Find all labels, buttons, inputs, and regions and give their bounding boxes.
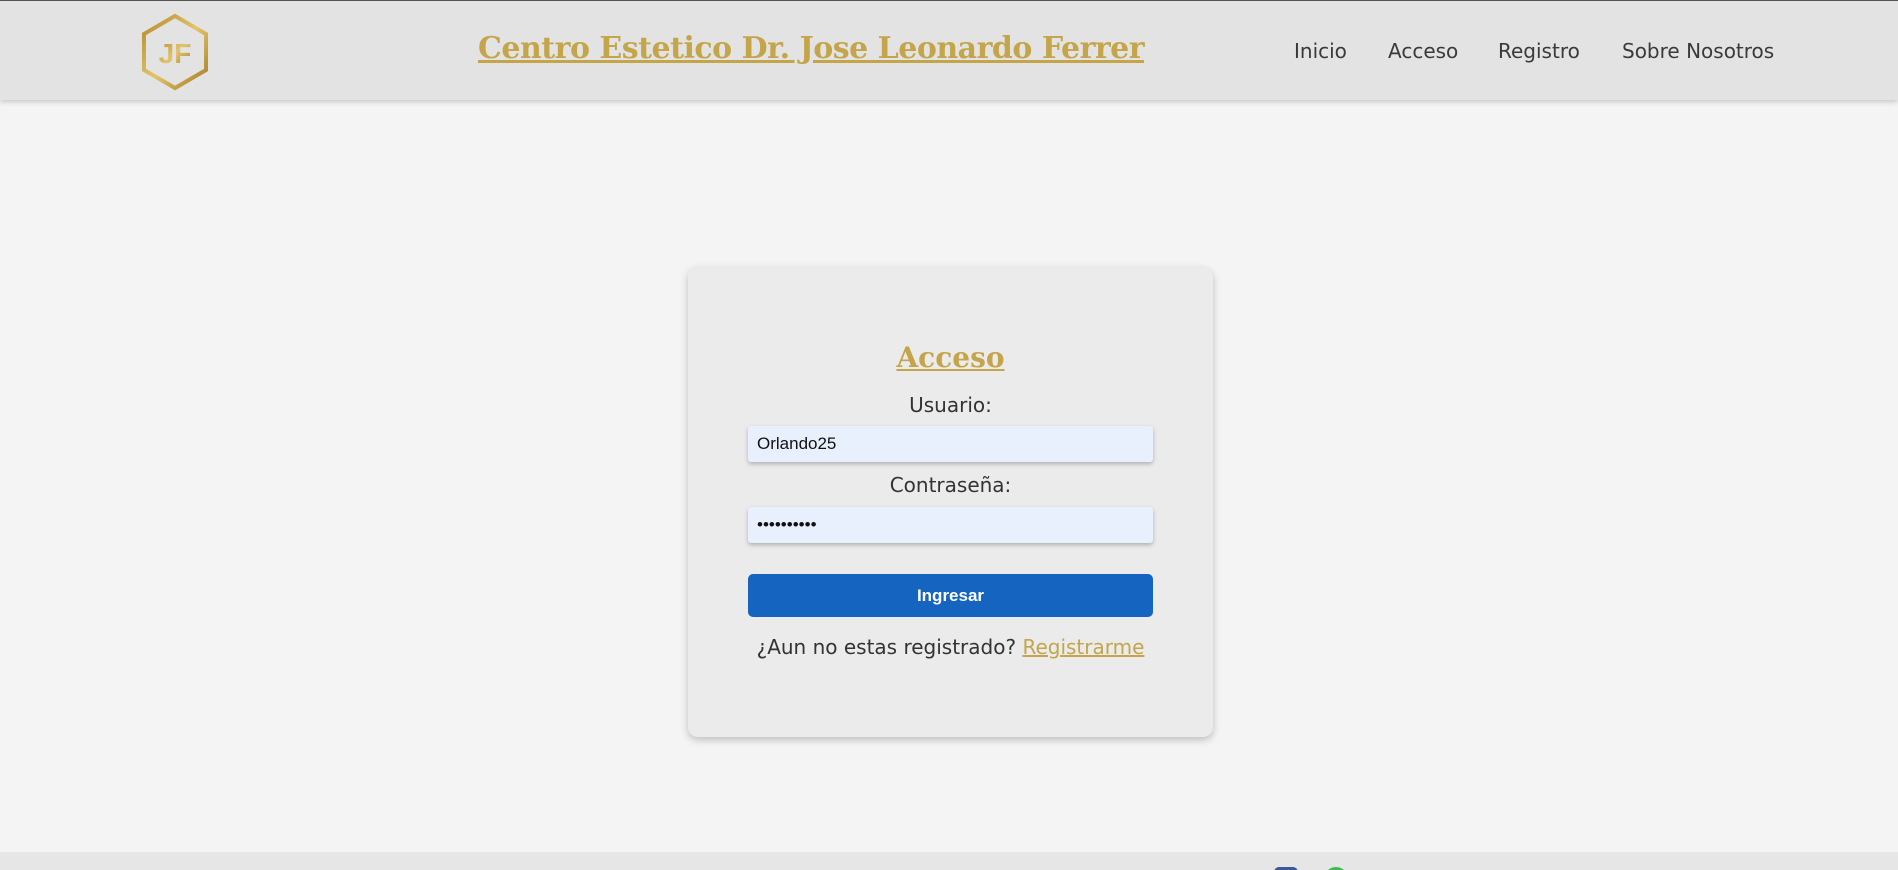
username-label: Usuario: [909, 393, 992, 417]
ingresar-button[interactable]: Ingresar [748, 574, 1153, 617]
password-label: Contraseña: [889, 473, 1012, 497]
username-input[interactable]: Orlando25 [748, 426, 1153, 462]
page: JF Centro Estetico Dr. Jose Leonardo Fer… [0, 0, 1898, 870]
main-nav: Inicio Acceso Registro Sobre Nosotros [0, 39, 1898, 69]
site-header: JF Centro Estetico Dr. Jose Leonardo Fer… [0, 0, 1898, 100]
register-prompt: ¿Aun no estas registrado? Registrarme [688, 635, 1213, 659]
login-title: Acceso [896, 341, 1005, 374]
register-link[interactable]: Registrarme [1022, 635, 1144, 659]
register-prompt-text: ¿Aun no estas registrado? [756, 635, 1017, 659]
nav-sobre-nosotros[interactable]: Sobre Nosotros [1622, 39, 1774, 63]
nav-registro[interactable]: Registro [1498, 39, 1580, 63]
site-footer [0, 852, 1898, 870]
password-input[interactable]: •••••••••• [748, 507, 1153, 543]
nav-acceso[interactable]: Acceso [1388, 39, 1458, 63]
nav-inicio[interactable]: Inicio [1294, 39, 1347, 63]
login-card: Acceso Usuario: Orlando25 Contraseña: ••… [688, 267, 1213, 737]
